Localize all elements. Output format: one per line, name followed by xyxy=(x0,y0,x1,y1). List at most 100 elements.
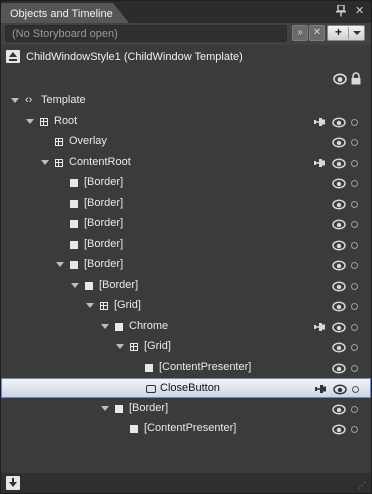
tree-row[interactable]: [Grid] xyxy=(1,337,371,357)
expand-chevron-icon[interactable] xyxy=(26,118,34,124)
tree-row[interactable]: [ContentPresenter] xyxy=(1,419,371,439)
tree-row[interactable]: ‹› Template xyxy=(1,91,371,111)
grid-icon xyxy=(100,302,108,310)
lock-toggle-icon[interactable] xyxy=(351,303,358,310)
visibility-eye-icon[interactable] xyxy=(332,198,346,213)
expand-chevron-icon[interactable] xyxy=(116,344,124,349)
visibility-eye-icon[interactable] xyxy=(332,239,346,254)
expand-chevron-icon[interactable] xyxy=(101,323,109,329)
tree-row-label: Root xyxy=(54,114,78,127)
expand-chevron-icon[interactable] xyxy=(86,303,94,308)
lock-toggle-icon[interactable] xyxy=(351,405,358,413)
panel-tab[interactable]: Objects and Timeline xyxy=(1,3,129,23)
lock-toggle-icon[interactable] xyxy=(351,159,358,167)
collapse-storyboard-button[interactable]: » xyxy=(292,25,308,41)
visibility-eye-icon[interactable] xyxy=(332,424,346,438)
pin-icon[interactable] xyxy=(314,158,326,171)
visibility-eye-icon[interactable] xyxy=(332,301,346,315)
template-icon: ‹› xyxy=(25,94,33,106)
border-icon xyxy=(70,261,78,269)
expand-chevron-icon[interactable] xyxy=(101,405,109,411)
tree-row[interactable]: CloseButton xyxy=(1,378,371,398)
visibility-eye-icon[interactable] xyxy=(332,260,346,274)
lock-all-icon[interactable] xyxy=(350,72,362,85)
visibility-eye-icon[interactable] xyxy=(332,362,346,377)
lock-toggle-icon[interactable] xyxy=(351,344,358,351)
lock-toggle-icon[interactable] xyxy=(351,282,358,290)
pin-icon[interactable] xyxy=(314,322,326,335)
border-icon xyxy=(70,220,78,228)
lock-toggle-icon[interactable] xyxy=(351,323,358,331)
visibility-eye-icon[interactable] xyxy=(332,280,346,295)
visibility-eye-icon[interactable] xyxy=(332,342,346,356)
tree-row[interactable]: Root xyxy=(1,112,371,132)
visibility-eye-icon[interactable] xyxy=(332,178,346,192)
border-icon xyxy=(70,199,78,208)
border-icon xyxy=(70,179,78,187)
tree-row-label: ContentRoot xyxy=(69,155,131,168)
lock-toggle-icon[interactable] xyxy=(351,364,358,372)
visibility-eye-icon[interactable] xyxy=(332,116,346,131)
button-icon xyxy=(146,385,156,393)
expand-chevron-icon[interactable] xyxy=(11,98,19,103)
tree-row[interactable]: [Border] xyxy=(1,214,371,234)
visibility-eye-icon[interactable] xyxy=(332,403,346,418)
tree-row-label: [Grid] xyxy=(144,340,171,352)
expand-chevron-icon[interactable] xyxy=(71,282,79,288)
pin-panel-icon[interactable] xyxy=(336,5,346,17)
tree-row[interactable]: [ContentPresenter] xyxy=(1,358,371,378)
lock-toggle-icon[interactable] xyxy=(351,200,358,208)
visibility-eye-icon[interactable] xyxy=(333,384,347,398)
close-panel-icon[interactable]: ✕ xyxy=(355,5,365,17)
pin-icon[interactable] xyxy=(314,117,326,130)
tree-row-label: [ContentPresenter] xyxy=(159,360,252,373)
tree-row[interactable]: [Border] xyxy=(1,255,371,275)
tree-row-label: [Border] xyxy=(84,217,124,229)
scope-down-button[interactable] xyxy=(6,476,20,490)
panel-title-bar: Objects and Timeline ✕ xyxy=(1,1,371,23)
tree-row[interactable]: [Border] xyxy=(1,235,371,255)
expand-chevron-icon[interactable] xyxy=(56,262,64,267)
lock-toggle-icon[interactable] xyxy=(351,426,358,433)
tree-row[interactable]: [Border] xyxy=(1,194,371,214)
grid-icon xyxy=(40,117,48,126)
show-all-eye-icon[interactable] xyxy=(333,73,347,85)
column-header-icons xyxy=(1,69,371,89)
tree-row[interactable]: [Border] xyxy=(1,399,371,419)
tree-row[interactable]: Overlay xyxy=(1,132,371,152)
new-storyboard-button[interactable]: + xyxy=(327,25,365,41)
border-icon xyxy=(145,363,153,372)
tree-row[interactable]: [Border] xyxy=(1,276,371,296)
grid-icon xyxy=(55,158,63,167)
tree-row[interactable]: Chrome xyxy=(1,317,371,337)
storyboard-picker[interactable]: (No Storyboard open) xyxy=(5,25,287,42)
visibility-eye-icon[interactable] xyxy=(332,157,346,172)
visibility-eye-icon[interactable] xyxy=(332,321,346,336)
lock-toggle-icon[interactable] xyxy=(351,139,358,146)
lock-toggle-icon[interactable] xyxy=(351,262,358,269)
tree-row[interactable]: [Grid] xyxy=(1,296,371,316)
expand-chevron-icon[interactable] xyxy=(41,159,49,165)
border-icon xyxy=(130,425,138,433)
tree-row[interactable]: [Border] xyxy=(1,173,371,193)
lock-toggle-icon[interactable] xyxy=(351,221,358,228)
close-storyboard-button[interactable]: ✕ xyxy=(309,25,325,41)
tree-row-label: [Border] xyxy=(84,258,124,270)
pin-icon[interactable] xyxy=(315,384,327,397)
lock-toggle-icon[interactable] xyxy=(352,386,359,393)
border-icon xyxy=(115,404,123,413)
tree-row-label: CloseButton xyxy=(160,382,220,394)
lock-toggle-icon[interactable] xyxy=(351,180,358,187)
bottom-bar: ⋰ xyxy=(1,473,371,493)
resize-grip-icon[interactable]: ⋰ xyxy=(358,481,366,490)
visibility-eye-icon[interactable] xyxy=(332,219,346,233)
lock-toggle-icon[interactable] xyxy=(351,241,358,249)
tree-row-label: [Grid] xyxy=(114,299,141,311)
tree-row-label: [Border] xyxy=(84,176,124,188)
lock-toggle-icon[interactable] xyxy=(351,118,358,126)
tree-row-label: [Border] xyxy=(84,196,124,209)
tree-row[interactable]: ContentRoot xyxy=(1,153,371,173)
tree-row-label: Overlay xyxy=(69,135,107,147)
visibility-eye-icon[interactable] xyxy=(332,137,346,151)
scope-up-button[interactable] xyxy=(6,50,20,63)
